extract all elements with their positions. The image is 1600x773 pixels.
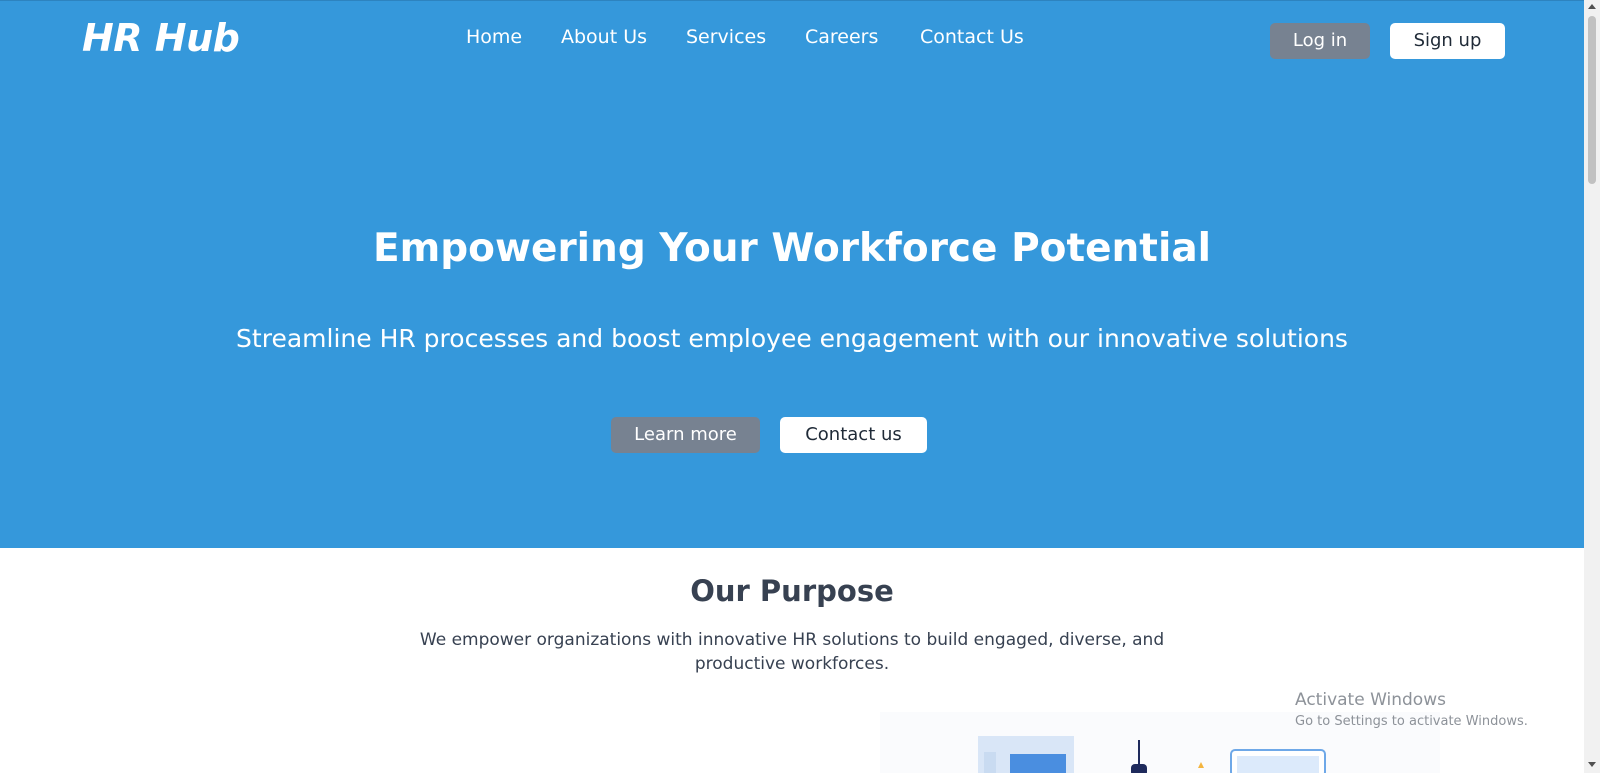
learn-more-button[interactable]: Learn more	[611, 417, 760, 453]
vertical-scrollbar[interactable]	[1584, 0, 1600, 773]
nav-link-careers[interactable]: Careers	[805, 26, 878, 48]
scroll-down-arrow-icon[interactable]	[1588, 762, 1596, 767]
nav-link-home[interactable]: Home	[466, 26, 522, 48]
illustration-monitor-screen	[1237, 756, 1319, 773]
signup-button[interactable]: Sign up	[1390, 23, 1505, 59]
windows-activation-watermark: Activate Windows Go to Settings to activ…	[1295, 690, 1528, 729]
nav-link-contact-us[interactable]: Contact Us	[920, 26, 1024, 48]
page: HR Hub Home About Us Services Careers Co…	[0, 0, 1584, 773]
purpose-text: We empower organizations with innovative…	[419, 630, 1165, 674]
illustration-flame	[1198, 762, 1204, 768]
nav-link-about-us[interactable]: About Us	[561, 26, 647, 48]
site-logo[interactable]: HR Hub	[82, 16, 240, 60]
top-border	[0, 0, 1584, 1]
hero-title: Empowering Your Workforce Potential	[372, 226, 1212, 271]
illustration-screen	[1010, 754, 1066, 773]
illustration-pole-base	[1131, 764, 1147, 773]
nav-link-services[interactable]: Services	[686, 26, 766, 48]
illustration-panel-edge	[984, 752, 996, 773]
purpose-title: Our Purpose	[690, 574, 894, 608]
scroll-up-arrow-icon[interactable]	[1588, 4, 1596, 9]
watermark-subtitle: Go to Settings to activate Windows.	[1295, 714, 1528, 729]
hero-subtitle: Streamline HR processes and boost employ…	[236, 324, 1348, 353]
scrollbar-thumb[interactable]	[1588, 16, 1596, 184]
contact-us-button[interactable]: Contact us	[780, 417, 927, 453]
hero-section: HR Hub Home About Us Services Careers Co…	[0, 0, 1584, 548]
watermark-title: Activate Windows	[1295, 690, 1446, 710]
login-button[interactable]: Log in	[1270, 23, 1370, 59]
browser-viewport: HR Hub Home About Us Services Careers Co…	[0, 0, 1600, 773]
